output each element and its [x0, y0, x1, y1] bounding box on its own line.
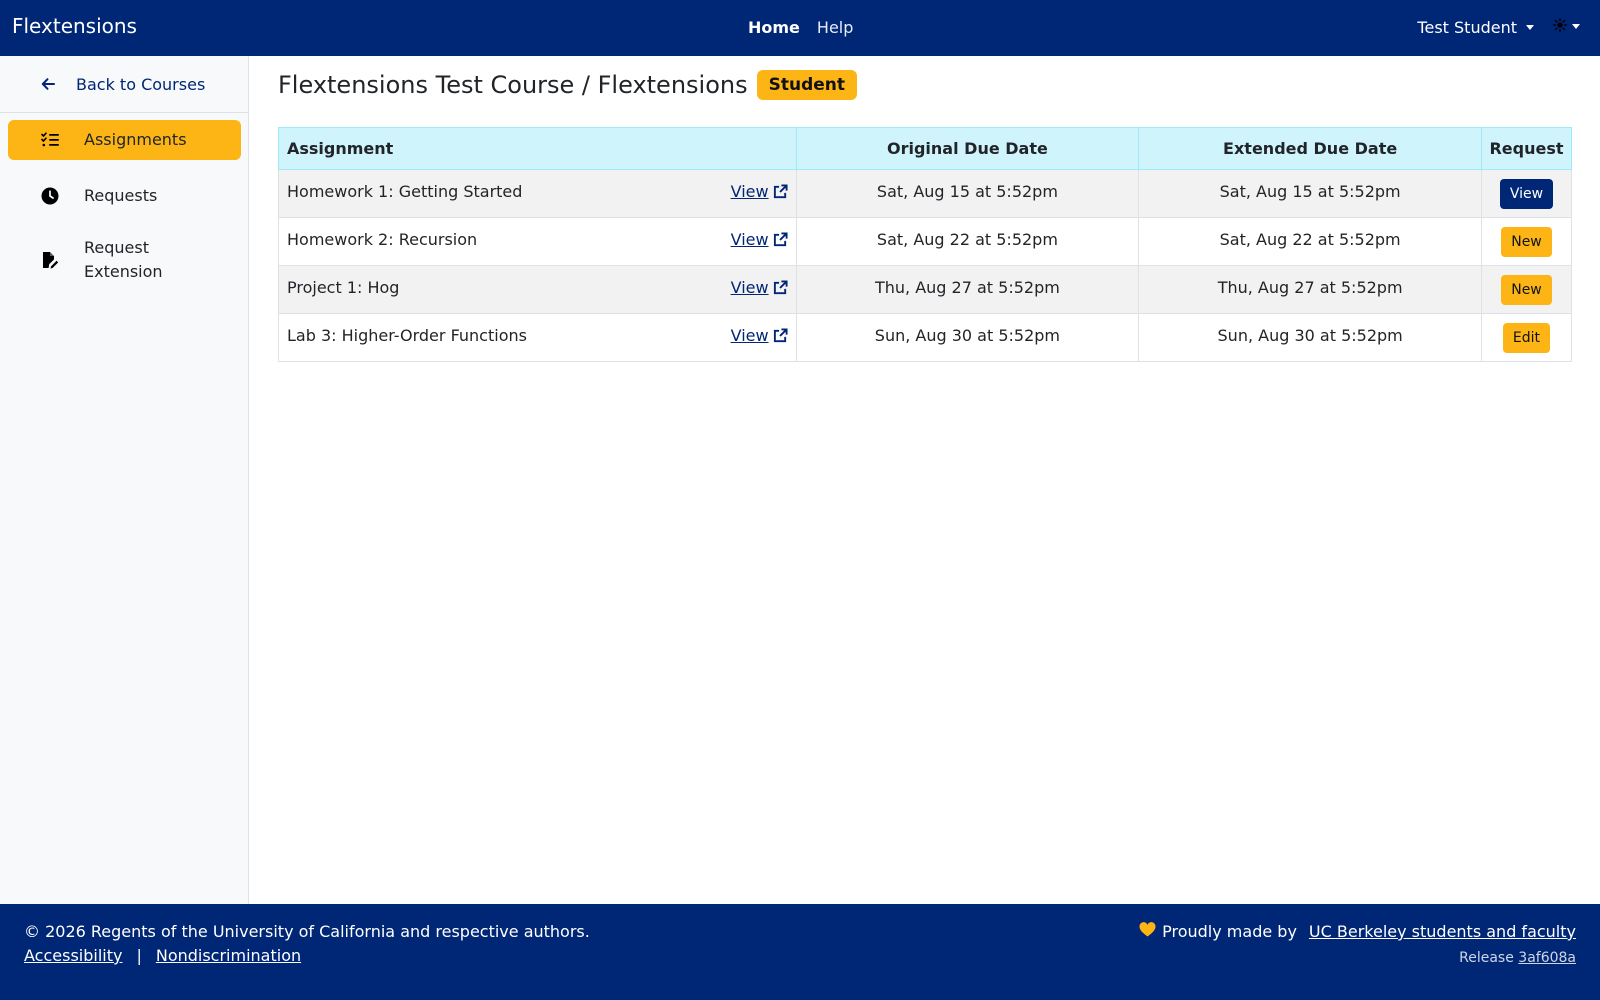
clock-icon	[40, 187, 60, 205]
footer: © 2026 Regents of the University of Cali…	[0, 904, 1600, 1000]
page-title: Flextensions Test Course / Flextensions …	[278, 70, 858, 100]
request-cell: View	[1480, 169, 1573, 218]
assignment-name: Project 1: Hog	[287, 278, 400, 297]
back-to-courses-label: Back to Courses	[76, 74, 206, 94]
header-extended-due-date: Extended Due Date	[1138, 127, 1482, 170]
assignment-cell: Project 1: Hog View	[278, 265, 797, 314]
external-link-icon	[773, 184, 788, 199]
external-link-icon	[773, 232, 788, 247]
nondiscrimination-link[interactable]: Nondiscrimination	[156, 946, 301, 965]
view-assignment-link[interactable]: View	[731, 278, 788, 297]
release-label: Release	[1459, 950, 1514, 966]
extended-due-date-cell: Sat, Aug 15 at 5:52pm	[1138, 169, 1482, 218]
uc-berkeley-link[interactable]: UC Berkeley students and faculty	[1309, 922, 1576, 941]
table-header-row: Assignment Original Due Date Extended Du…	[278, 127, 1573, 170]
extended-due-date-cell: Thu, Aug 27 at 5:52pm	[1138, 265, 1482, 314]
file-pen-icon	[40, 251, 60, 269]
chevron-down-icon	[1526, 25, 1534, 30]
footer-separator: |	[136, 946, 142, 965]
back-to-courses-link[interactable]: Back to Courses	[0, 56, 248, 113]
view-assignment-link[interactable]: View	[731, 326, 788, 345]
table-row: Homework 1: Getting Started View Sat, Au…	[278, 169, 1573, 218]
sidebar-item-assignments[interactable]: Assignments	[8, 120, 241, 160]
chevron-down-icon	[1572, 24, 1580, 29]
role-badge: Student	[756, 70, 858, 100]
user-menu-toggle[interactable]: Test Student	[1417, 18, 1534, 37]
view-link-label: View	[730, 230, 769, 249]
assignment-name: Homework 1: Getting Started	[287, 182, 523, 201]
original-due-date-cell: Sat, Aug 15 at 5:52pm	[795, 169, 1140, 218]
external-link-icon	[773, 280, 788, 295]
made-by-prefix: Proudly made by	[1162, 922, 1297, 941]
copyright-text: © 2026 Regents of the University of Cali…	[24, 922, 590, 941]
sidebar: Back to Courses Assignments Requests Req…	[0, 56, 249, 904]
sidebar-item-request-extension[interactable]: Request Extension	[8, 234, 241, 286]
assignment-cell: Homework 1: Getting Started View	[278, 169, 797, 218]
sidebar-item-requests[interactable]: Requests	[8, 176, 241, 216]
release-hash-link[interactable]: 3af608a	[1518, 950, 1576, 966]
view-link-label: View	[730, 182, 769, 201]
release-info: Release 3af608a	[1459, 950, 1576, 966]
table-row: Lab 3: Higher-Order Functions View Sun, …	[278, 313, 1573, 362]
arrow-left-icon	[40, 76, 60, 92]
external-link-icon	[773, 328, 788, 343]
sun-icon	[1553, 17, 1567, 36]
header-request: Request	[1480, 127, 1573, 170]
assignments-table: Assignment Original Due Date Extended Du…	[278, 127, 1573, 362]
view-link-label: View	[730, 326, 769, 345]
extended-due-date-cell: Sat, Aug 22 at 5:52pm	[1138, 217, 1482, 266]
sidebar-item-label: Requests	[84, 186, 158, 205]
request-cell: Edit	[1480, 313, 1573, 362]
request-cell: New	[1480, 265, 1573, 314]
original-due-date-cell: Sun, Aug 30 at 5:52pm	[795, 313, 1140, 362]
sidebar-item-label: Assignments	[84, 130, 187, 149]
accessibility-link[interactable]: Accessibility	[24, 946, 122, 965]
view-assignment-link[interactable]: View	[731, 230, 788, 249]
new-request-button[interactable]: New	[1501, 227, 1552, 257]
sidebar-item-label: Request Extension	[84, 238, 163, 281]
original-due-date-cell: Sat, Aug 22 at 5:52pm	[795, 217, 1140, 266]
table-row: Homework 2: Recursion View Sat, Aug 22 a…	[278, 217, 1573, 266]
assignment-cell: Lab 3: Higher-Order Functions View	[278, 313, 797, 362]
nav-home-link[interactable]: Home	[748, 18, 800, 37]
top-navbar: Flextensions Home Help Test Student	[0, 0, 1600, 56]
header-assignment: Assignment	[278, 127, 797, 170]
heart-icon	[1139, 922, 1156, 941]
assignment-name: Lab 3: Higher-Order Functions	[287, 326, 527, 345]
view-request-button[interactable]: View	[1499, 179, 1554, 209]
course-title: Flextensions Test Course / Flextensions	[278, 71, 748, 99]
list-check-icon	[40, 132, 60, 148]
assignment-cell: Homework 2: Recursion View	[278, 217, 797, 266]
header-original-due-date: Original Due Date	[795, 127, 1140, 170]
brand-logo-text[interactable]: Flextensions	[12, 14, 137, 38]
request-cell: New	[1480, 217, 1573, 266]
edit-request-button[interactable]: Edit	[1502, 323, 1551, 353]
footer-links: Accessibility | Nondiscrimination	[24, 946, 301, 965]
view-link-label: View	[730, 278, 769, 297]
extended-due-date-cell: Sun, Aug 30 at 5:52pm	[1138, 313, 1482, 362]
original-due-date-cell: Thu, Aug 27 at 5:52pm	[795, 265, 1140, 314]
assignment-name: Homework 2: Recursion	[287, 230, 478, 249]
theme-toggle[interactable]	[1553, 17, 1580, 36]
made-by: Proudly made by UC Berkeley students and…	[1139, 922, 1576, 941]
new-request-button[interactable]: New	[1501, 275, 1552, 305]
nav-help-link[interactable]: Help	[817, 18, 853, 37]
main-nav: Home Help	[748, 18, 853, 37]
view-assignment-link[interactable]: View	[731, 182, 788, 201]
table-row: Project 1: Hog View Thu, Aug 27 at 5:52p…	[278, 265, 1573, 314]
user-name: Test Student	[1417, 18, 1517, 37]
